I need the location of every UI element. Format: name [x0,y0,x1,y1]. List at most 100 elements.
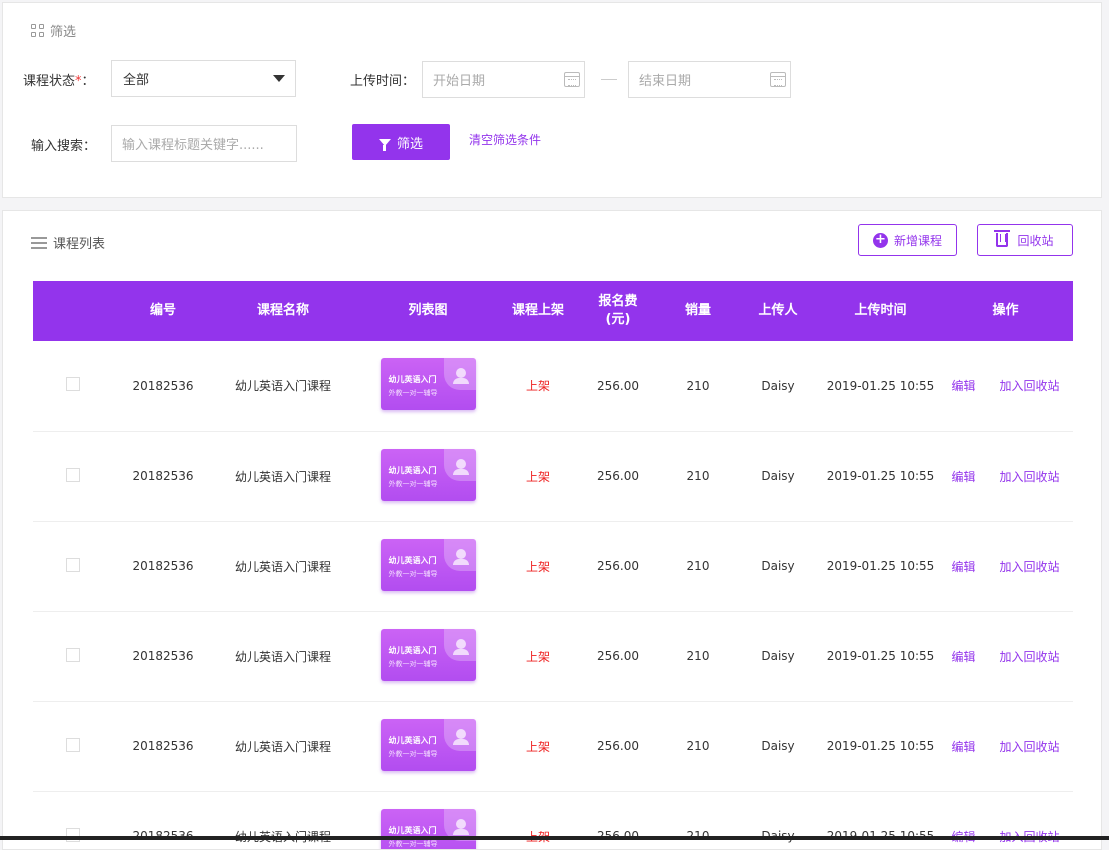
trash-icon [996,233,1008,247]
course-name: 幼儿英语入门课程 [213,431,353,521]
course-thumbnail: 幼儿英语入门外教一对一辅导 [381,449,476,501]
list-panel: 课程列表 + 新增课程 回收站 编号课程名称列表图课程上架报名费 (元)销量上传… [2,210,1102,850]
move-to-recycle-link[interactable]: 加入回收站 [1000,740,1060,754]
table-row: 20182536幼儿英语入门课程幼儿英语入门外教一对一辅导上架256.00210… [33,701,1073,791]
end-date-input[interactable]: 结束日期 [628,61,791,98]
start-date-input[interactable]: 开始日期 [422,61,585,98]
thumbnail-cell: 幼儿英语入门外教一对一辅导 [353,521,503,611]
column-header: 操作 [938,281,1073,341]
status-select[interactable]: 全部 [111,60,296,97]
thumbnail-subtitle: 外教一对一辅导 [389,479,438,489]
thumbnail-cell: 幼儿英语入门外教一对一辅导 [353,341,503,431]
upload-time: 2019-01.25 10:55 [823,701,938,791]
column-header [33,281,113,341]
clear-filters-link[interactable]: 清空筛选条件 [469,131,541,148]
move-to-recycle-link[interactable]: 加入回收站 [1000,379,1060,393]
column-header: 上传时间 [823,281,938,341]
plus-circle-icon: + [873,233,888,248]
upload-time-label: 上传时间： [350,70,415,89]
course-thumbnail: 幼儿英语入门外教一对一辅导 [381,719,476,771]
upload-time: 2019-01.25 10:55 [823,521,938,611]
thumbnail-subtitle: 外教一对一辅导 [389,659,438,669]
course-id: 20182536 [113,701,213,791]
column-header: 编号 [113,281,213,341]
edit-link[interactable]: 编辑 [951,560,975,574]
course-sales: 210 [663,431,733,521]
thumbnail-cell: 幼儿英语入门外教一对一辅导 [353,701,503,791]
filter-panel: 筛选 课程状态*： 全部 上传时间： 开始日期 结束日期 输入搜索： 输入课程标… [2,2,1102,198]
column-header: 课程上架 [503,281,573,341]
row-checkbox-cell [33,341,113,431]
row-checkbox-cell [33,791,113,850]
actions-cell: 编辑加入回收站 [938,791,1073,850]
thumbnail-title: 幼儿英语入门 [389,555,437,566]
uploader: Daisy [733,791,823,850]
edit-link[interactable]: 编辑 [951,650,975,664]
recycle-bin-button[interactable]: 回收站 [977,224,1073,256]
course-fee: 256.00 [573,791,663,850]
user-icon [456,729,466,739]
table-header-row: 编号课程名称列表图课程上架报名费 (元)销量上传人上传时间操作 [33,281,1073,341]
shelf-status: 上架 [503,611,573,701]
actions-cell: 编辑 加入回收站 [938,341,1073,431]
row-checkbox-cell [33,431,113,521]
row-checkbox[interactable] [66,738,80,752]
table-row: 20182536幼儿英语入门课程幼儿英语入门外教一对一辅导上架256.00210… [33,611,1073,701]
thumbnail-subtitle: 外教一对一辅导 [389,569,438,579]
course-name: 幼儿英语入门课程 [213,701,353,791]
upload-time: 2019-01.25 10:55 [823,341,938,431]
course-sales: 210 [663,341,733,431]
thumbnail-title: 幼儿英语入门 [389,465,437,476]
course-fee: 256.00 [573,341,663,431]
course-table: 编号课程名称列表图课程上架报名费 (元)销量上传人上传时间操作 20182536… [33,281,1073,850]
row-checkbox[interactable] [66,648,80,662]
shelf-status: 上架 [503,701,573,791]
edit-link[interactable]: 编辑 [951,740,975,754]
uploader: Daisy [733,611,823,701]
upload-time: 2019-01.25 10:55 [823,611,938,701]
user-icon [456,639,466,649]
caret-down-icon [273,75,285,82]
course-thumbnail: 幼儿英语入门外教一对一辅导 [381,809,476,850]
course-fee: 256.00 [573,521,663,611]
search-label: 输入搜索： [31,135,96,154]
add-course-button[interactable]: + 新增课程 [858,224,957,256]
course-thumbnail: 幼儿英语入门外教一对一辅导 [381,629,476,681]
course-name: 幼儿英语入门课程 [213,611,353,701]
actions-cell: 编辑 加入回收站 [938,611,1073,701]
row-checkbox[interactable] [66,558,80,572]
move-to-recycle-link[interactable]: 加入回收站 [1000,560,1060,574]
row-checkbox[interactable] [66,468,80,482]
row-checkbox-cell [33,521,113,611]
edit-link[interactable]: 编辑 [951,470,975,484]
move-to-recycle-link[interactable]: 加入回收站 [1000,470,1060,484]
column-header: 列表图 [353,281,503,341]
row-checkbox[interactable] [66,377,80,391]
actions-cell: 编辑 加入回收站 [938,521,1073,611]
course-name: 幼儿英语入门课程 [213,341,353,431]
course-sales: 210 [663,611,733,701]
uploader: Daisy [733,431,823,521]
status-label: 课程状态*： [23,70,95,89]
move-to-recycle-link[interactable]: 加入回收站 [1000,650,1060,664]
edit-link[interactable]: 编辑 [951,379,975,393]
user-icon [456,459,466,469]
table-row: 20182536幼儿英语入门课程幼儿英语入门外教一对一辅导上架256.00210… [33,431,1073,521]
uploader: Daisy [733,341,823,431]
table-row: 20182536幼儿英语入门课程幼儿英语入门外教一对一辅导上架256.00210… [33,341,1073,431]
thumbnail-title: 幼儿英语入门 [389,374,437,385]
user-icon [456,368,466,378]
calendar-icon [564,72,580,87]
column-header: 销量 [663,281,733,341]
shelf-status: 上架 [503,791,573,850]
status-select-value: 全部 [123,69,149,88]
filter-title: 筛选 [50,21,76,40]
shelf-status: 上架 [503,521,573,611]
search-input[interactable]: 输入课程标题关键字...... [111,125,297,162]
calendar-icon [770,72,786,87]
thumbnail-cell: 幼儿英语入门外教一对一辅导 [353,611,503,701]
thumbnail-subtitle: 外教一对一辅导 [389,388,438,398]
user-icon [456,549,466,559]
row-checkbox-cell [33,611,113,701]
filter-button[interactable]: 筛选 [352,124,450,160]
